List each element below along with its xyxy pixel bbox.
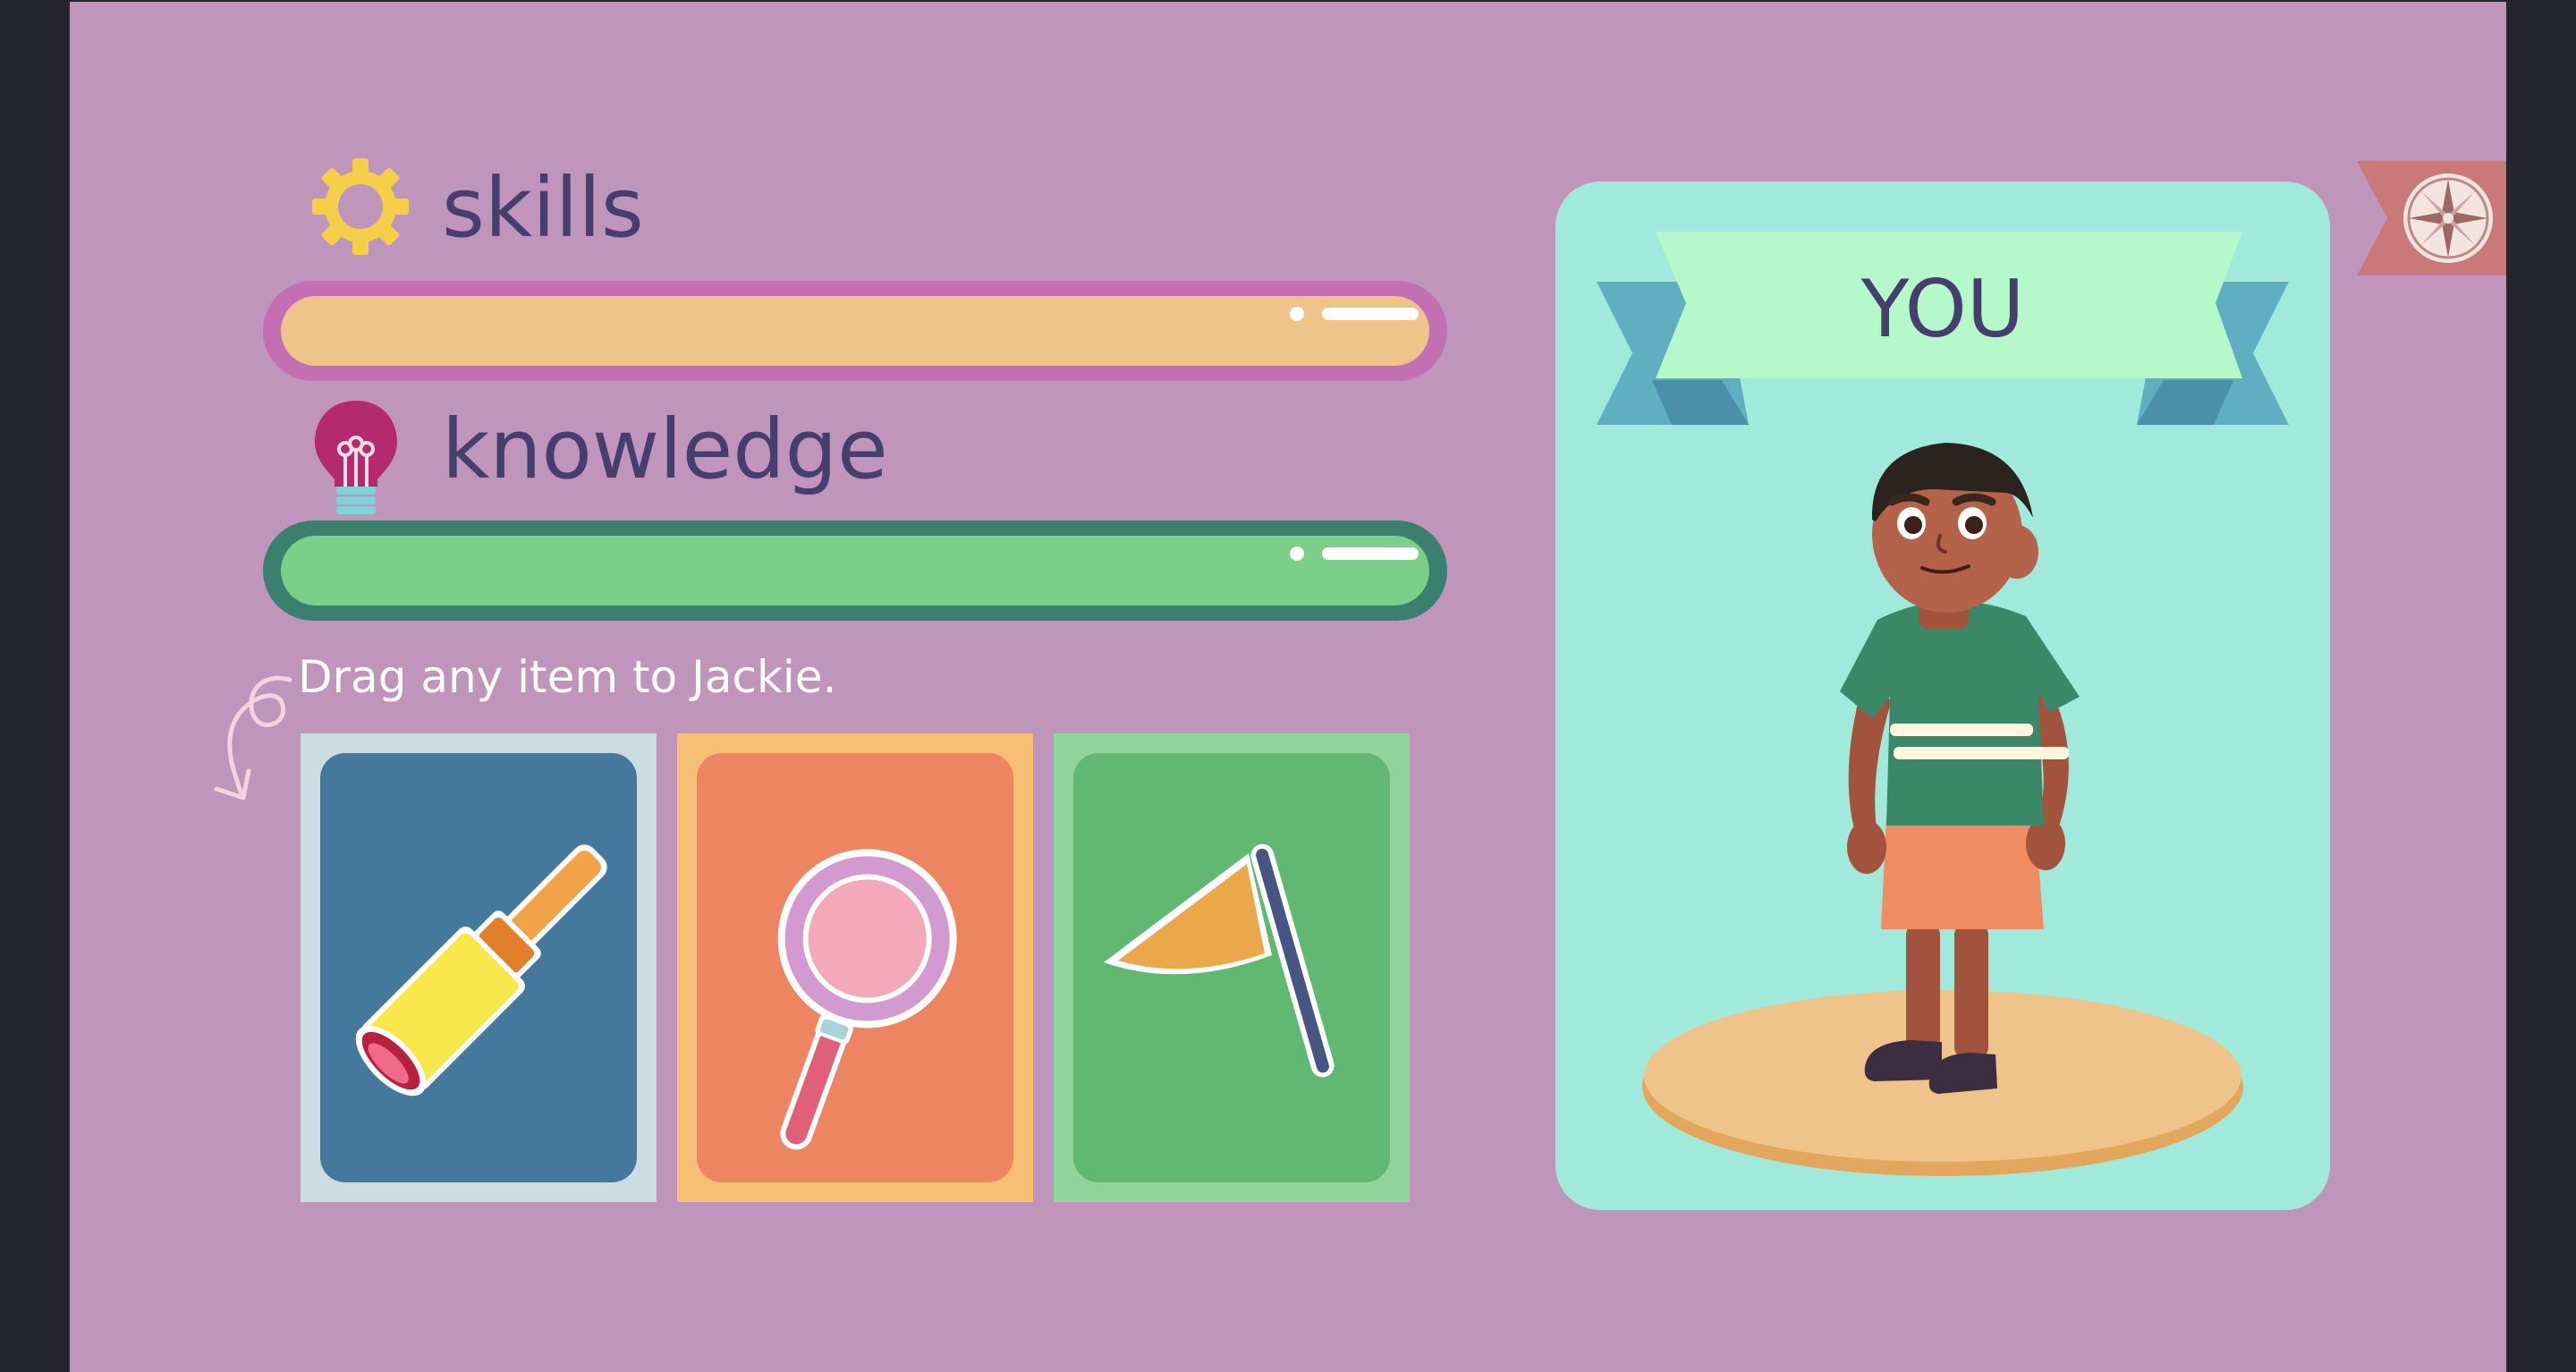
character-jackie [1642,443,2243,1176]
curly-arrow-icon [214,675,292,800]
skills-bar-fill [281,296,1429,366]
skills-stat: skills [311,156,723,263]
flag-icon [1104,843,1335,1078]
knowledge-bar-fill [281,536,1429,606]
knowledge-stat: knowledge [311,395,1027,521]
knowledge-label: knowledge [442,402,888,497]
gear-icon [312,158,409,255]
item-card-flag[interactable] [1054,733,1410,1202]
instruction-text: Drag any item to Jackie. [298,651,837,703]
skills-progress-bar [263,281,1447,381]
telescope-icon [355,844,607,1097]
compass-button[interactable] [2357,161,2506,275]
lightbulb-icon [315,401,397,514]
game-screen: skills knowledge Drag any item to Jackie… [70,2,2506,1372]
item-card-magnifying-glass[interactable] [677,733,1033,1202]
compass-icon [2357,161,2506,275]
banner-text: YOU [1860,263,2025,355]
skills-label: skills [442,160,644,256]
character-card[interactable]: YOU [1555,182,2330,1210]
item-card-telescope[interactable] [301,733,657,1202]
magnifying-glass-icon [777,849,957,1150]
knowledge-progress-bar [263,521,1447,621]
